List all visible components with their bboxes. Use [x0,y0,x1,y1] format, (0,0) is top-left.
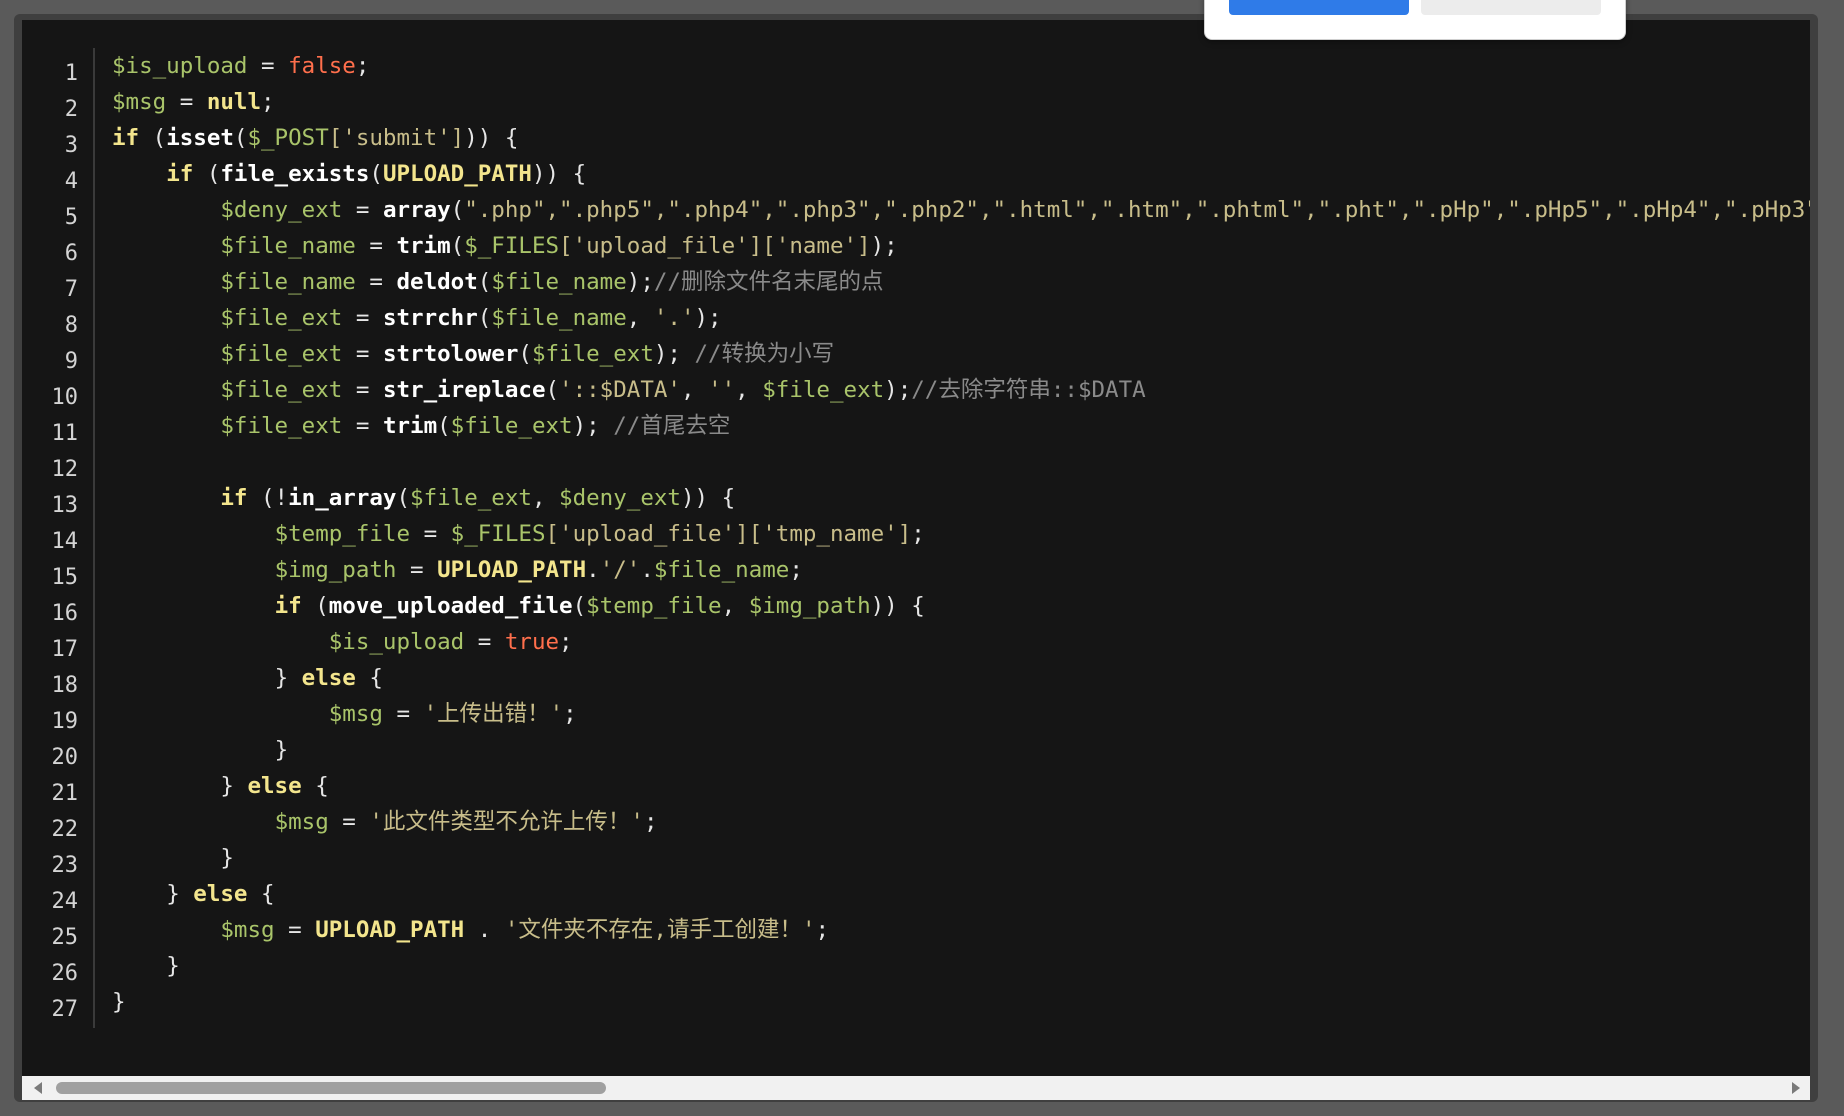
code-line: $msg = null; [112,89,275,115]
scroll-left-arrow-icon[interactable] [34,1082,42,1094]
line-number: 6 [64,241,78,266]
line-number: 11 [51,421,79,446]
scroll-right-arrow-icon[interactable] [1792,1082,1800,1094]
code-line: $msg = '上传出错！'; [328,701,577,727]
confirm-button[interactable] [1229,0,1409,15]
line-number-gutter: 1 2 3 4 5 6 7 8 9 10 11 12 13 14 15 16 1… [22,20,94,1022]
code-line: } else { [166,881,275,907]
line-number: 26 [51,961,79,986]
line-number: 14 [51,529,79,554]
code-line: $file_ext = str_ireplace('::$DATA', '', … [220,377,1146,403]
code-line: $file_name = deldot($file_name);//删除文件名末… [220,269,884,295]
code-line: } else { [274,665,383,691]
line-number: 24 [51,889,79,914]
line-number: 21 [51,781,79,806]
code-line: if (isset($_POST['submit'])) { [112,125,519,151]
line-number: 15 [51,565,79,590]
code-editor[interactable]: 1 2 3 4 5 6 7 8 9 10 11 12 13 14 15 16 1… [22,20,1810,1076]
line-number: 10 [51,385,79,410]
code-line: if (file_exists(UPLOAD_PATH)) { [166,161,587,187]
line-number: 18 [51,673,79,698]
line-number: 3 [64,133,78,158]
code-line: if (move_uploaded_file($temp_file, $img_… [274,593,925,619]
scrollbar-thumb[interactable] [56,1082,606,1094]
line-number: 13 [51,493,79,518]
code-line: $img_path = UPLOAD_PATH.'/'.$file_name; [274,557,803,583]
line-number: 23 [51,853,79,878]
line-number: 4 [64,169,78,194]
code-line: $file_ext = strtolower($file_ext); //转换为… [220,341,835,367]
code-line: $file_ext = strrchr($file_name, '.'); [220,305,722,331]
code-line: } [112,989,126,1015]
code-line: $is_upload = false; [112,53,370,79]
code-content[interactable]: $is_upload = false; $msg = null; if (iss… [112,48,1810,1020]
line-number: 1 [64,61,78,86]
line-number: 27 [51,997,79,1022]
gutter-divider [93,48,95,1028]
dialog-popup [1204,0,1626,40]
line-number: 9 [64,349,78,374]
line-number: 20 [51,745,79,770]
line-number: 16 [51,601,79,626]
code-line: $msg = UPLOAD_PATH . '文件夹不存在,请手工创建！'; [220,917,830,943]
line-number: 7 [64,277,78,302]
code-line: } [220,845,234,871]
code-line: if (!in_array($file_ext, $deny_ext)) { [220,485,736,511]
code-line: $msg = '此文件类型不允许上传！'; [274,809,658,835]
code-line: } [166,953,180,979]
line-number: 17 [51,637,79,662]
cancel-button[interactable] [1421,0,1601,15]
line-number: 8 [64,313,78,338]
code-line: $is_upload = true; [328,629,573,655]
code-line: $deny_ext = array(".php",".php5",".php4"… [220,197,1810,223]
line-number: 25 [51,925,79,950]
line-number: 2 [64,97,78,122]
line-number: 12 [51,457,79,482]
line-number: 19 [51,709,79,734]
code-line: } [274,737,289,763]
line-number: 22 [51,817,79,842]
line-number: 5 [64,205,78,230]
code-line: $temp_file = $_FILES['upload_file']['tmp… [274,521,925,547]
code-line: } else { [220,773,329,799]
code-line: $file_name = trim($_FILES['upload_file']… [220,233,898,259]
horizontal-scrollbar[interactable] [22,1076,1810,1100]
code-line: $file_ext = trim($file_ext); //首尾去空 [220,413,731,439]
